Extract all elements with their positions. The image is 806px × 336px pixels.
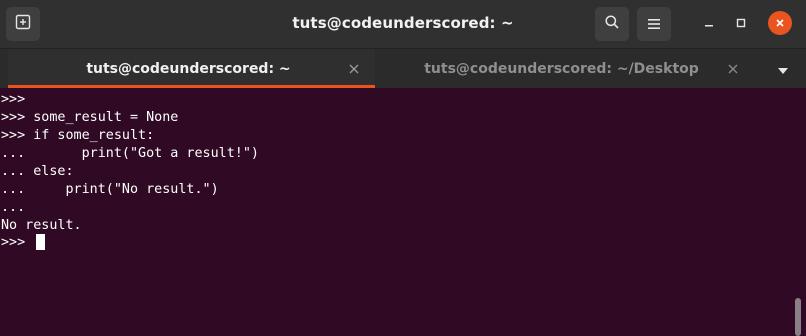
tab-label: tuts@codeunderscored: ~ bbox=[86, 61, 291, 77]
tab-desktop[interactable]: tuts@codeunderscored: ~/Desktop bbox=[375, 49, 754, 89]
close-icon bbox=[349, 64, 359, 74]
terminal-line: No result. bbox=[1, 218, 82, 233]
terminal-line: >>> some_result = None bbox=[1, 110, 179, 125]
maximize-button[interactable] bbox=[729, 11, 753, 35]
terminal-line: ... print("Got a result!") bbox=[1, 146, 259, 161]
terminal-line: ... print("No result.") bbox=[1, 182, 219, 197]
hamburger-menu-icon bbox=[647, 15, 661, 34]
terminal-line: >>> bbox=[1, 92, 26, 107]
minimize-button[interactable] bbox=[697, 11, 721, 35]
terminal-line: >>> if some_result: bbox=[1, 128, 155, 143]
terminal-line: ... bbox=[1, 200, 26, 215]
header-bar: tuts@codeunderscored: ~ bbox=[0, 0, 806, 48]
window-title: tuts@codeunderscored: ~ bbox=[292, 14, 514, 32]
maximize-icon bbox=[735, 14, 747, 33]
tab-home[interactable]: tuts@codeunderscored: ~ bbox=[8, 49, 375, 89]
tab-close-button[interactable] bbox=[341, 56, 367, 82]
minimize-icon bbox=[703, 14, 715, 33]
terminal-line: ... else: bbox=[1, 164, 74, 179]
close-icon bbox=[774, 14, 786, 33]
tab-label: tuts@codeunderscored: ~/Desktop bbox=[424, 61, 699, 77]
close-icon bbox=[728, 64, 738, 74]
tab-list-dropdown-button[interactable] bbox=[768, 55, 798, 83]
scrollbar[interactable] bbox=[795, 298, 801, 336]
chevron-down-icon bbox=[777, 60, 789, 79]
search-button[interactable] bbox=[595, 7, 629, 41]
terminal-prompt: >>> bbox=[1, 235, 34, 250]
terminal-output[interactable]: >>> >>> some_result = None >>> if some_r… bbox=[0, 88, 806, 336]
tab-bar: tuts@codeunderscored: ~ tuts@codeundersc… bbox=[0, 48, 806, 89]
tab-close-button[interactable] bbox=[720, 56, 746, 82]
close-button[interactable] bbox=[768, 11, 792, 35]
text-cursor bbox=[36, 234, 45, 250]
search-icon bbox=[604, 14, 620, 34]
menu-button[interactable] bbox=[637, 7, 671, 41]
